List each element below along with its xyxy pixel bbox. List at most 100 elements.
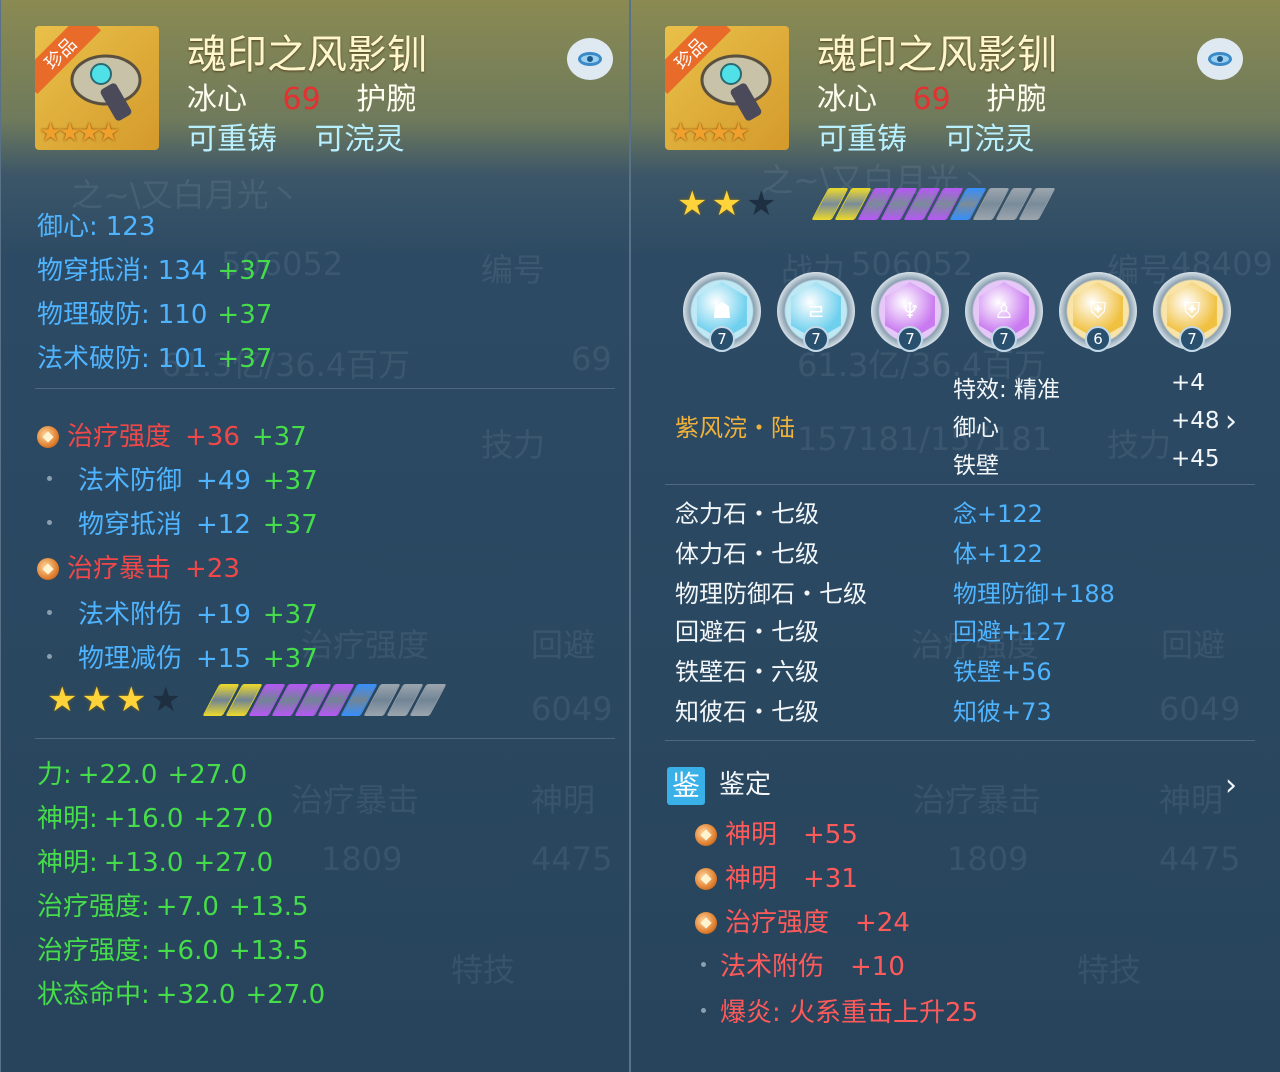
stone-bonus: 知彼+73 (953, 698, 1052, 726)
gem-socket[interactable]: ♙ 7 (965, 272, 1043, 352)
tag-recast: 可重铸 (817, 122, 907, 157)
special-row: 治疗暴击 +23 (37, 548, 252, 585)
item-tooltip-right: 之~\又白月光丶 战力 506052 编号 48409 61.3亿/36.4百万… (630, 0, 1280, 1072)
identify-value: +24 (855, 908, 910, 938)
identify-label: 神明 (725, 820, 778, 850)
bg-heal-crit: 治疗暴击 (913, 781, 1042, 819)
stat-label: 物穿抵消: (37, 256, 150, 286)
gem-socket[interactable]: ㄹ7 (777, 272, 855, 352)
attr-row: 治疗强度: +6.0 +13.5 (37, 930, 309, 967)
bullet-icon (47, 610, 52, 615)
gem-socket[interactable]: ☗ 7 (683, 272, 761, 352)
bullet-icon (47, 520, 52, 525)
item-icon: 珍品 ★★★★ (35, 26, 159, 150)
special-value: +23 (185, 554, 240, 584)
refine-bar: ★ ★ ★ ★ (47, 680, 447, 720)
item-school: 冰心 (817, 82, 877, 117)
gem-set-name: 紫风浣・陆 (675, 414, 795, 442)
effect-label: 铁壁 (953, 453, 999, 479)
identify-header[interactable]: 鉴鉴定 (667, 764, 771, 805)
item-subline: 冰心 69 护腕 (817, 74, 1072, 118)
gem-socket[interactable]: ⛨ 6 (1059, 272, 1137, 352)
attr-bonus: +13.5 (228, 892, 309, 922)
attr-bonus: +13.5 (228, 936, 309, 966)
attr-row: 力: +22.0 +27.0 (37, 754, 247, 791)
bg-num1: 6049 (531, 690, 613, 728)
special-value: +19 (196, 600, 251, 630)
bg-num1: 6049 (1159, 690, 1241, 728)
bg-skill: 特技 (451, 951, 516, 989)
identify-value: +55 (803, 820, 858, 850)
icon-stars: ★★★★ (669, 118, 750, 148)
special-value: +36 (185, 422, 240, 452)
attr-bonus: +27.0 (193, 804, 274, 834)
stone-name: 念力石・七级 (675, 500, 819, 528)
gem-level: 7 (991, 326, 1017, 352)
stat-row: 物理破防: 110 +37 (37, 294, 272, 331)
stone-bonus: 物理防御+188 (953, 580, 1115, 608)
bg-tech: 技力 (481, 426, 546, 464)
special-bonus: +37 (262, 644, 318, 674)
special-row: 治疗强度 +36 +37 (37, 416, 307, 453)
stone-name: 物理防御石・七级 (675, 580, 867, 608)
bg-heal: 治疗强度 (301, 626, 430, 664)
special-row: 法术附伤 +19 +37 (37, 594, 318, 631)
eye-icon[interactable] (1197, 38, 1243, 80)
bg-hp: 157181/157181 (797, 420, 1053, 458)
refine-bar: ★ ★ ★ (677, 184, 1056, 224)
special-gem-icon (695, 868, 717, 890)
bullet-icon (701, 962, 706, 967)
star-icon: ★ (115, 680, 147, 720)
divider (665, 484, 1255, 485)
stone-name: 体力石・七级 (675, 540, 819, 568)
attr-value: +6.0 (155, 936, 219, 966)
identify-label: 爆炎: 火系重击上升25 (720, 998, 979, 1028)
star-icon: ★ (150, 680, 181, 720)
special-bonus: +37 (262, 600, 318, 630)
item-name: 魂印之风影钏 (817, 32, 1057, 78)
effect-label: 特效: 精准 (953, 377, 1061, 403)
attr-label: 治疗强度: (37, 936, 150, 966)
chevron-right-icon[interactable]: › (1225, 404, 1237, 439)
stat-bonus: +37 (217, 300, 273, 330)
special-label: 物理减伤 (78, 644, 183, 674)
attr-label: 治疗强度: (37, 892, 150, 922)
special-label: 治疗强度 (67, 422, 172, 452)
identify-row: 爆炎: 火系重击上升25 (695, 992, 1004, 1029)
stone-bonus: 回避+127 (953, 618, 1067, 646)
effect-value: +48 (1171, 408, 1220, 434)
eye-icon[interactable] (567, 38, 613, 80)
attr-row: 状态命中: +32.0 +27.0 (37, 974, 325, 1011)
special-row: 物理减伤 +15 +37 (37, 638, 318, 675)
bg-dodge: 回避 (531, 626, 596, 664)
bullet-icon (47, 654, 52, 659)
special-value: +49 (196, 466, 251, 496)
bg-lv: 69 (571, 340, 612, 378)
bg-tech: 技力 (1107, 426, 1172, 464)
stone-bonus: 体+122 (953, 540, 1043, 568)
item-icon: 珍品 ★★★★ (665, 26, 789, 150)
divider (35, 388, 615, 389)
attr-label: 力: (37, 760, 72, 790)
bg-god: 神明 (531, 781, 596, 819)
stone-name: 铁壁石・六级 (675, 658, 819, 686)
attr-label: 神明: (37, 804, 98, 834)
gem-socket[interactable]: ♆ 7 (871, 272, 949, 352)
bg-god: 神明 (1159, 781, 1224, 819)
chevron-right-icon[interactable]: › (1225, 768, 1237, 803)
identify-row: 法术附伤 +10 (695, 946, 905, 983)
attr-row: 治疗强度: +7.0 +13.5 (37, 886, 309, 923)
attr-row: 神明: +16.0 +27.0 (37, 798, 273, 835)
attr-value: +13.0 (103, 848, 184, 878)
special-bonus: +37 (262, 510, 318, 540)
effect-value: +45 (1171, 446, 1220, 472)
divider (35, 738, 615, 739)
identify-label: 治疗强度 (725, 908, 830, 938)
bg-dodge: 回避 (1161, 626, 1226, 664)
star-icon: ★ (81, 680, 112, 720)
gem-socket[interactable]: ⛨ 7 (1153, 272, 1231, 352)
item-level: 69 (282, 82, 321, 117)
special-value: +15 (196, 644, 251, 674)
special-label: 物穿抵消 (78, 510, 183, 540)
special-gem-icon (37, 558, 59, 580)
